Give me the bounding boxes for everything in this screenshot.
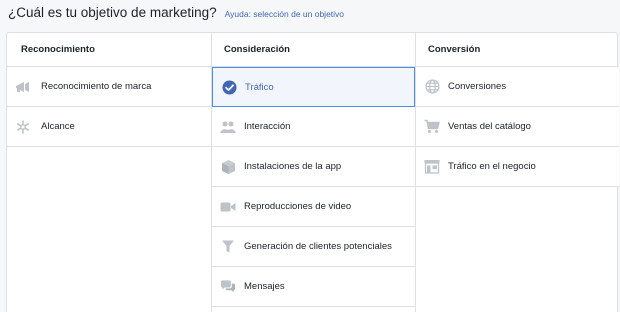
column-header: Reconocimiento [7, 33, 211, 67]
objective-label: Alcance [41, 121, 75, 132]
objective-mensajes[interactable]: Mensajes [212, 267, 415, 307]
column-reconocimiento: Reconocimiento Reconocimiento de marca A… [7, 33, 211, 312]
storefront-icon [424, 159, 440, 175]
objective-instalaciones-de-la-app[interactable]: Instalaciones de la app [212, 147, 415, 187]
help-link[interactable]: Ayuda: selección de un objetivo [225, 9, 344, 19]
people-icon [220, 119, 236, 135]
objective-label: Tráfico [245, 81, 274, 93]
objective-conversiones[interactable]: Conversiones [416, 67, 619, 107]
column-consideracion: Consideración Tráfico Interacción Instal… [211, 33, 415, 312]
column-header: Conversión [416, 33, 619, 67]
asterisk-icon [15, 119, 31, 135]
objective-label: Ventas del catálogo [448, 121, 531, 132]
objective-trafico[interactable]: Tráfico [212, 67, 415, 107]
page-title: ¿Cuál es tu objetivo de marketing? [8, 5, 217, 20]
objective-interaccion[interactable]: Interacción [212, 107, 415, 147]
objective-trafico-en-el-negocio[interactable]: Tráfico en el negocio [416, 147, 619, 187]
objective-reconocimiento-de-marca[interactable]: Reconocimiento de marca [7, 67, 211, 107]
objective-label: Mensajes [244, 281, 285, 292]
chat-bubbles-icon [220, 279, 236, 295]
shopping-cart-icon [424, 119, 440, 135]
objective-alcance[interactable]: Alcance [7, 107, 211, 147]
objective-label: Tráfico en el negocio [448, 161, 536, 172]
objective-generacion-de-clientes-potenciales[interactable]: Generación de clientes potenciales [212, 227, 415, 267]
objective-ventas-del-catalogo[interactable]: Ventas del catálogo [416, 107, 619, 147]
box-icon [220, 159, 236, 175]
megaphone-icon [15, 79, 31, 95]
objective-label: Instalaciones de la app [244, 161, 342, 172]
objective-label: Reconocimiento de marca [41, 81, 152, 92]
video-camera-icon [220, 199, 236, 215]
objective-panel: Reconocimiento Reconocimiento de marca A… [6, 32, 619, 312]
objective-label: Interacción [244, 121, 291, 132]
column-header: Consideración [212, 33, 415, 67]
objective-label: Conversiones [448, 81, 507, 92]
objective-label: Generación de clientes potenciales [244, 241, 392, 252]
objective-label: Reproducciones de video [244, 201, 352, 212]
objective-reproducciones-de-video[interactable]: Reproducciones de video [212, 187, 415, 227]
page-header: ¿Cuál es tu objetivo de marketing? Ayuda… [8, 5, 344, 23]
globe-icon [424, 79, 440, 95]
funnel-icon [220, 239, 236, 255]
column-conversion: Conversión Conversiones Ventas del catál… [415, 33, 619, 312]
checkmark-icon [221, 79, 237, 95]
